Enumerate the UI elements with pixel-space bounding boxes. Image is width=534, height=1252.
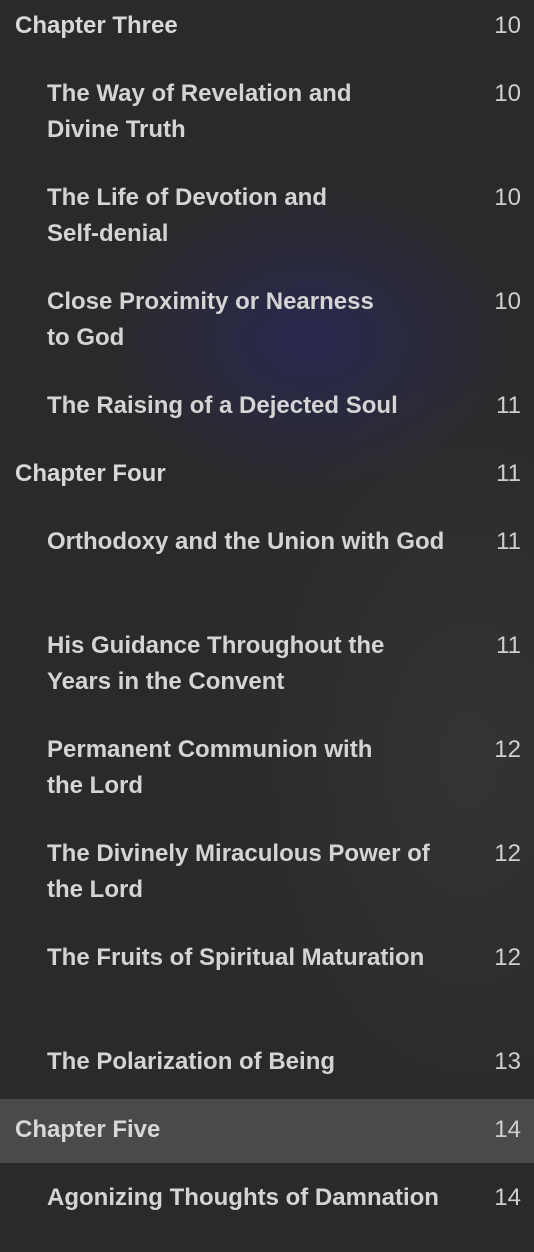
toc-item-title: The Fruits of Spiritual Maturation — [47, 944, 425, 971]
toc-item[interactable]: His Guidance Throughout the Years in the… — [0, 618, 534, 708]
toc-item-title: The Polarization of Being — [47, 1048, 336, 1075]
toc-page-number: 14 — [494, 1184, 521, 1211]
table-of-contents: Chapter Three 10 The Way of Revelation a… — [0, 0, 534, 1252]
toc-item-title: The Life of Devotion and Self-denial — [47, 184, 327, 247]
toc-item-title: The Raising of a Dejected Soul — [47, 392, 398, 419]
toc-chapter-five[interactable]: Chapter Five 14 — [0, 1099, 534, 1163]
toc-item[interactable]: Permanent Communion with the Lord 12 — [0, 722, 534, 812]
toc-chapter-three[interactable]: Chapter Three 10 — [0, 0, 534, 52]
toc-chapter-four[interactable]: Chapter Four 11 — [0, 446, 534, 502]
toc-item[interactable]: The Fruits of Spiritual Maturation 12 — [0, 930, 534, 1020]
toc-page-number: 10 — [494, 12, 521, 39]
toc-item[interactable]: The Life of Devotion and Self-denial 10 — [0, 170, 534, 260]
toc-item[interactable]: The Way of Revelation and Divine Truth 1… — [0, 66, 534, 156]
toc-item-title: The Divinely Miraculous Power of the Lor… — [47, 840, 430, 903]
toc-page-number: 11 — [496, 528, 521, 555]
toc-item-title: His Guidance Throughout the Years in the… — [47, 632, 385, 695]
toc-item[interactable]: The Divinely Miraculous Power of the Lor… — [0, 826, 534, 916]
toc-item-title: The Way of Revelation and Divine Truth — [47, 80, 352, 143]
toc-page-number: 10 — [494, 288, 521, 315]
toc-page-number: 10 — [494, 80, 521, 107]
toc-item-title: Agonizing Thoughts of Damnation — [47, 1184, 439, 1211]
toc-chapter-title: Chapter Three — [15, 12, 178, 39]
toc-page-number: 12 — [494, 840, 521, 867]
toc-item[interactable]: Agonizing Thoughts of Damnation 14 — [0, 1170, 534, 1226]
toc-item[interactable]: The Raising of a Dejected Soul 11 — [0, 378, 534, 434]
toc-page-number: 11 — [496, 632, 521, 659]
toc-item[interactable]: Close Proximity or Nearness to God 10 — [0, 274, 534, 364]
toc-page-number: 12 — [494, 736, 521, 763]
toc-page-number: 12 — [494, 944, 521, 971]
toc-page-number: 13 — [494, 1048, 521, 1075]
toc-item-title: Orthodoxy and the Union with God — [47, 528, 445, 555]
toc-item[interactable]: The Polarization of Being 13 — [0, 1034, 534, 1090]
toc-chapter-title: Chapter Four — [15, 460, 166, 487]
toc-item[interactable]: Orthodoxy and the Union with God 11 — [0, 514, 534, 604]
toc-page-number: 11 — [496, 392, 521, 419]
toc-page-number: 14 — [494, 1116, 521, 1143]
toc-page-number: 10 — [494, 184, 521, 211]
toc-item-title: Permanent Communion with the Lord — [47, 736, 373, 799]
toc-chapter-title: Chapter Five — [15, 1116, 161, 1143]
toc-page-number: 11 — [496, 460, 521, 487]
toc-item-title: Close Proximity or Nearness to God — [47, 288, 374, 351]
